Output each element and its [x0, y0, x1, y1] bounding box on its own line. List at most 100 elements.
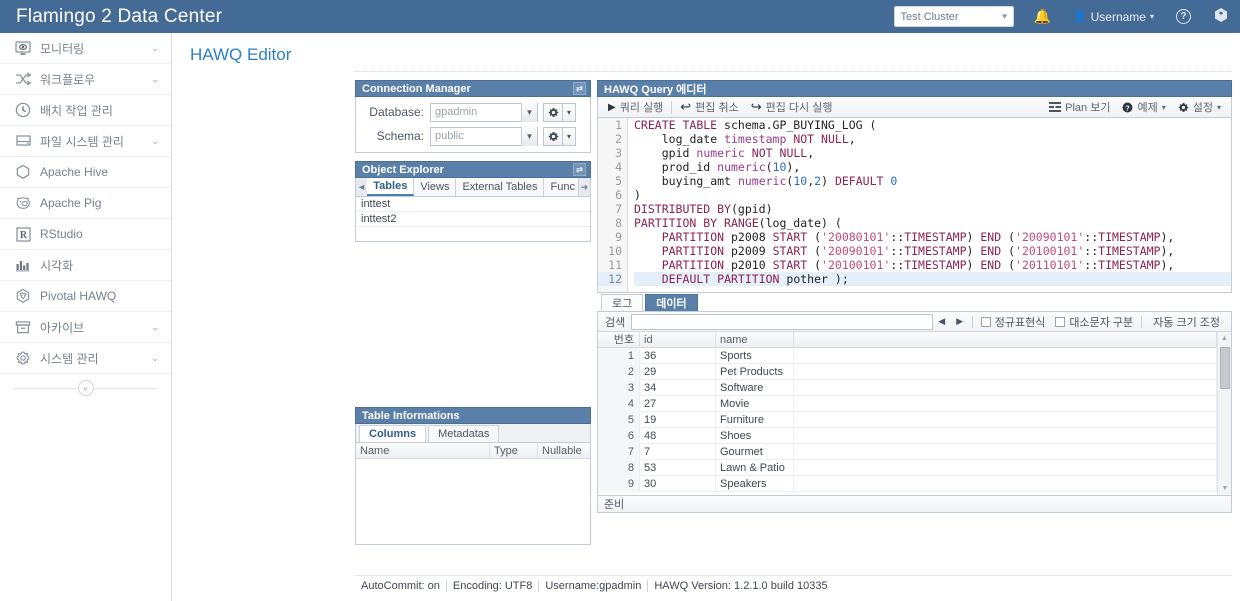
sidebar-item-rstudio[interactable]: R RStudio	[0, 219, 171, 250]
table-row[interactable]: 5 19 Furniture	[598, 412, 1217, 428]
sidebar-item-label: Pivotal HAWQ	[40, 289, 117, 303]
column-header-type: Type	[490, 442, 538, 459]
settings-button[interactable]: 설정 ▾	[1172, 99, 1227, 115]
status-username: Username:gpadmin	[539, 580, 649, 592]
regex-option[interactable]: 정규표현식	[976, 314, 1051, 330]
cell-id: 53	[640, 460, 716, 476]
sidebar-item-apache-hive[interactable]: Apache Hive	[0, 157, 171, 188]
sidebar-collapse-row: «	[0, 374, 171, 402]
table-row[interactable]: 9 30 Speakers	[598, 476, 1217, 492]
checkbox-icon[interactable]	[1055, 316, 1066, 327]
tab-scroll-right-button[interactable]: ➜	[578, 178, 590, 196]
archive-box-icon	[10, 320, 36, 335]
code-line: DISTRIBUTED BY(gpid)	[634, 202, 773, 216]
search-next-button[interactable]: ▶	[951, 316, 969, 327]
tab-log[interactable]: 로그	[601, 294, 644, 311]
database-settings-caret[interactable]: ▾	[563, 102, 576, 122]
restore-icon[interactable]: ⇄	[573, 163, 586, 176]
sidebar-item-archive[interactable]: 아카이브 ⌄	[0, 312, 171, 343]
cluster-selector[interactable]: Test Cluster ▼	[894, 6, 1015, 27]
cell-blank	[794, 428, 1217, 444]
sidebar-item-monitoring[interactable]: 모니터링 ⌄	[0, 33, 171, 64]
tab-external-tables[interactable]: External Tables	[456, 178, 545, 196]
column-header-nullable: Nullable	[542, 444, 582, 457]
case-sensitive-option[interactable]: 대소문자 구분	[1050, 314, 1138, 330]
checkbox-icon[interactable]	[980, 316, 991, 327]
panel-title: Table Informations	[362, 409, 460, 422]
scroll-down-arrow-icon[interactable]: ▼	[1218, 482, 1232, 495]
undo-arrow-icon: ↩	[680, 99, 692, 114]
tab-metadatas[interactable]: Metadatas	[428, 425, 500, 442]
table-row[interactable]: 1 36 Sports	[598, 348, 1217, 364]
notifications-button[interactable]: 🔔	[1022, 0, 1061, 33]
database-select[interactable]: gpadmin ▼	[430, 102, 538, 122]
restore-icon[interactable]: ⇄	[573, 82, 586, 95]
scrollbar-thumb[interactable]	[1220, 347, 1230, 389]
status-encoding: Encoding: UTF8	[447, 580, 540, 592]
code-line: PARTITION p2009 START ('20090101'::TIMES…	[661, 244, 1175, 258]
code-line: PARTITION p2010 START ('20100101'::TIMES…	[661, 258, 1175, 272]
tab-scroll-left-button[interactable]: ◄	[356, 178, 368, 196]
sidebar-collapse-button[interactable]: «	[77, 380, 94, 396]
auto-resize-button[interactable]: 자동 크기 조정	[1145, 314, 1228, 330]
search-input[interactable]	[631, 313, 933, 330]
cell-id: 48	[640, 428, 716, 444]
sidebar-item-pivotal-hawq[interactable]: Pivotal HAWQ	[0, 281, 171, 312]
table-row[interactable]: 8 53 Lawn & Patio	[598, 460, 1217, 476]
panel-title: Object Explorer	[362, 163, 444, 176]
cell-name: Speakers	[716, 476, 794, 492]
sql-code-editor[interactable]: 1 2 3 4 5 6 7 8 9 10 11 12 CREATE TABLE schema.GP_B…	[597, 118, 1232, 293]
package-button[interactable]	[1202, 0, 1240, 33]
undo-button[interactable]: ↩ 편집 취소	[674, 99, 744, 115]
sidebar-item-visualization[interactable]: 시각화	[0, 250, 171, 281]
table-row[interactable]: 6 48 Shoes	[598, 428, 1217, 444]
examples-button[interactable]: ? 예제 ▾	[1116, 99, 1171, 115]
tab-tables[interactable]: Tables	[367, 178, 415, 196]
cell-id: 30	[640, 476, 716, 492]
settings-label: 설정	[1192, 102, 1213, 114]
run-query-button[interactable]: ▶ 쿼리 실행	[602, 99, 669, 115]
schema-settings-caret[interactable]: ▾	[563, 126, 576, 146]
database-settings-button[interactable]	[543, 102, 563, 122]
sidebar-item-apache-pig[interactable]: Apache Pig	[0, 188, 171, 219]
results-search-row: 검색 ◀ ▶ 정규표현식 대소문자 구분 자동 크기 조정	[598, 312, 1231, 332]
table-row[interactable]: 4 27 Movie	[598, 396, 1217, 412]
hexagon-icon	[10, 164, 36, 180]
app-header: Flamingo 2 Data Center Test Cluster ▼ 🔔 …	[0, 0, 1240, 33]
schema-select[interactable]: public ▼	[430, 126, 538, 146]
sidebar-item-batch-jobs[interactable]: 배치 작업 관리	[0, 95, 171, 126]
object-explorer-panel: Object Explorer ⇄ ◄ Tables Views Externa…	[355, 161, 591, 242]
table-row[interactable]: 3 34 Software	[598, 380, 1217, 396]
line-number: 2	[615, 132, 622, 146]
view-plan-button[interactable]: Plan 보기	[1043, 99, 1116, 115]
redo-arrow-icon: ↪	[750, 99, 762, 114]
chevron-down-icon: ⌄	[151, 135, 159, 146]
redo-button[interactable]: ↪ 편집 다시 실행	[745, 99, 839, 115]
chevron-down-icon: ▾	[1161, 102, 1166, 112]
tab-columns[interactable]: Columns	[359, 425, 427, 442]
line-number: 10	[608, 244, 622, 258]
cluster-selector-value: Test Cluster	[900, 10, 959, 23]
tab-data[interactable]: 데이터	[645, 294, 698, 311]
sql-code-content[interactable]: CREATE TABLE schema.GP_BUYING_LOG ( log_…	[628, 118, 1231, 292]
search-prev-button[interactable]: ◀	[933, 316, 951, 327]
table-row[interactable]: 7 7 Gourmet	[598, 444, 1217, 460]
line-number: 7	[615, 202, 622, 216]
list-item[interactable]: inttest2	[356, 212, 590, 227]
line-number: 6	[615, 188, 622, 202]
tab-functions[interactable]: Func	[544, 178, 579, 196]
tab-views[interactable]: Views	[414, 178, 457, 196]
table-informations-body	[356, 459, 590, 544]
scroll-up-arrow-icon[interactable]: ▲	[1218, 332, 1231, 345]
results-vertical-scrollbar[interactable]: ▲ ▼	[1217, 332, 1231, 495]
list-item[interactable]: inttest	[356, 197, 590, 212]
help-button[interactable]: ?	[1165, 0, 1202, 33]
schema-settings-button[interactable]	[543, 126, 563, 146]
sidebar-item-workflow[interactable]: 워크플로우 ⌄	[0, 64, 171, 95]
sidebar-item-filesystem[interactable]: 파일 시스템 관리 ⌄	[0, 126, 171, 157]
search-label: 검색	[605, 316, 626, 329]
plan-list-icon	[1049, 102, 1062, 112]
sidebar-item-system-management[interactable]: 시스템 관리 ⌄	[0, 343, 171, 374]
table-row[interactable]: 2 29 Pet Products	[598, 364, 1217, 380]
user-menu[interactable]: 👤 Username ▾	[1062, 0, 1165, 33]
